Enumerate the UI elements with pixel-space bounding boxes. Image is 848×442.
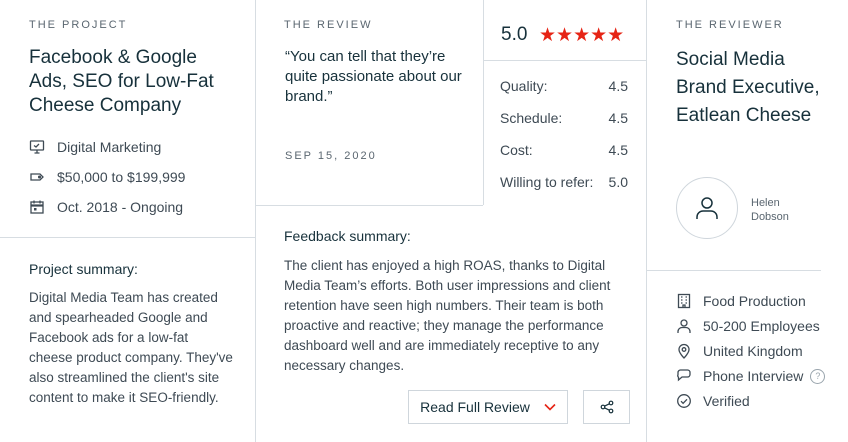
budget-label: $50,000 to $199,999: [57, 169, 186, 185]
service-label: Digital Marketing: [57, 139, 162, 155]
project-service: Digital Marketing: [29, 137, 161, 157]
price-tag-icon: [29, 169, 45, 185]
chat-bubble-icon: [676, 368, 692, 384]
project-dates: Oct. 2018 - Ongoing: [29, 197, 183, 217]
avatar: [676, 177, 738, 239]
rating-label: Cost:: [500, 142, 533, 158]
rating-label: Willing to refer:: [500, 174, 594, 190]
review-column: THE REVIEW “You can tell that they’re qu…: [256, 0, 647, 442]
project-header: THE PROJECT: [29, 19, 128, 31]
rating-value: 4.5: [608, 78, 628, 94]
project-column: THE PROJECT Facebook & Google Ads, SEO f…: [0, 0, 256, 442]
calendar-icon: [29, 199, 45, 215]
share-button[interactable]: [583, 390, 630, 424]
project-budget: $50,000 to $199,999: [29, 167, 185, 187]
feedback-summary-text: The client has enjoyed a high ROAS, than…: [284, 258, 611, 373]
dates-label: Oct. 2018 - Ongoing: [57, 199, 184, 215]
company-size-label: 50-200 Employees: [703, 318, 820, 334]
read-full-review-label: Read Full Review: [420, 399, 530, 415]
divider: [256, 205, 483, 206]
rating-label: Quality:: [500, 78, 548, 94]
help-icon[interactable]: ?: [810, 368, 826, 384]
divider: [647, 270, 821, 271]
rating-value: 5.0: [608, 174, 628, 190]
divider: [483, 0, 484, 205]
reviewer-first-name: Helen: [751, 197, 780, 209]
rating-value: 4.5: [608, 142, 628, 158]
person-icon: [676, 318, 692, 334]
reviewer-header: THE REVIEWER: [676, 19, 784, 31]
share-icon: [600, 400, 614, 414]
reviewer-location: United Kingdom: [676, 341, 803, 361]
location-pin-icon: [676, 343, 692, 359]
reviewer-name: Helen Dobson: [751, 196, 789, 224]
chevron-down-icon: [544, 403, 556, 411]
reviewer-company-size: 50-200 Employees: [676, 316, 820, 336]
rating-label: Schedule:: [500, 110, 563, 126]
verified-label: Verified: [703, 393, 750, 409]
presentation-icon: [29, 139, 45, 155]
project-summary-text: Digital Media Team has created and spear…: [29, 290, 233, 405]
divider: [484, 60, 646, 61]
reviewer-industry: Food Production: [676, 291, 806, 311]
project-title: Facebook & Google Ads, SEO for Low-Fat C…: [29, 47, 214, 116]
check-circle-icon: [676, 393, 692, 409]
divider: [0, 237, 255, 238]
review-header: THE REVIEW: [284, 19, 373, 31]
star-rating-icon: ★★★★★: [539, 25, 625, 46]
reviewer-last-name: Dobson: [751, 211, 789, 223]
user-icon: [693, 194, 721, 222]
reviewer-column: THE REVIEWER Social Media Brand Executiv…: [647, 0, 848, 442]
reviewer-title: Social Media Brand Executive, Eatlean Ch…: [676, 49, 820, 126]
read-full-review-button[interactable]: Read Full Review: [408, 390, 568, 424]
review-date: SEP 15, 2020: [285, 150, 377, 162]
interview-type-label: Phone Interview: [703, 368, 804, 384]
feedback-summary-title: Feedback summary:: [284, 228, 411, 244]
rating-value: 4.5: [608, 110, 628, 126]
industry-label: Food Production: [703, 293, 806, 309]
overall-rating: 5.0: [501, 24, 528, 45]
project-summary-title: Project summary:: [29, 261, 138, 277]
building-icon: [676, 293, 692, 309]
location-label: United Kingdom: [703, 343, 803, 359]
reviewer-interview-type: Phone Interview ?: [676, 366, 826, 386]
reviewer-verified: Verified: [676, 391, 750, 411]
review-quote: “You can tell that they’re quite passion…: [285, 48, 462, 105]
